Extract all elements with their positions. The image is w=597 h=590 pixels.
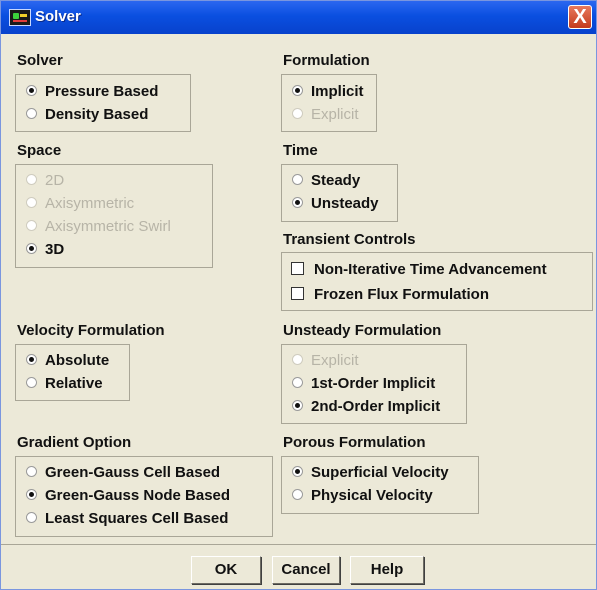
radio-unselected-icon [292,488,303,500]
radio-2nd-order-implicit[interactable]: 2nd-Order Implicit [292,397,440,417]
radio-label: Absolute [45,352,110,369]
radio-unselected-icon [26,465,37,477]
radio-unselected-icon [26,107,37,119]
radio-label: Axisymmetric [45,195,135,212]
checkbox-unchecked-icon [291,286,304,300]
radio-unselected-icon [292,173,303,185]
radio-selected-icon [26,242,37,254]
close-icon: X [573,6,587,28]
radio-absolute[interactable]: Absolute [26,351,109,371]
transient-controls-group: Non-Iterative Time Advancement Frozen Fl… [281,252,593,311]
radio-green-gauss-cell-based[interactable]: Green-Gauss Cell Based [26,463,220,483]
radio-label: Green-Gauss Cell Based [45,464,221,481]
radio-implicit[interactable]: Implicit [292,82,364,102]
porous-formulation-label: Porous Formulation [283,434,426,451]
separator [1,544,596,545]
gradient-option-label: Gradient Option [17,434,132,451]
radio-label: Green-Gauss Node Based [45,487,231,504]
radio-unsteady[interactable]: Unsteady [292,194,379,214]
ok-button[interactable]: OK [191,556,261,584]
radio-explicit-unsteady: Explicit [292,351,359,371]
app-icon [9,9,31,26]
porous-formulation-group: Superficial Velocity Physical Velocity [281,456,479,514]
radio-physical-velocity[interactable]: Physical Velocity [292,486,433,506]
radio-axisymmetric-swirl: Axisymmetric Swirl [26,217,171,237]
solver-dialog: Solver X Solver Pressure Based Density B… [0,0,597,590]
checkbox-label: Frozen Flux Formulation [314,286,489,303]
gradient-option-group: Green-Gauss Cell Based Green-Gauss Node … [15,456,273,537]
radio-disabled-icon [292,107,303,119]
radio-label: Explicit [311,106,359,123]
radio-label: 3D [45,241,65,258]
radio-unselected-icon [26,511,37,523]
radio-label: Relative [45,375,103,392]
radio-steady[interactable]: Steady [292,171,360,191]
radio-disabled-icon [26,173,37,185]
radio-label: Axisymmetric Swirl [45,218,171,235]
radio-selected-icon [26,84,37,96]
radio-3d[interactable]: 3D [26,240,64,260]
radio-disabled-icon [292,353,303,365]
radio-label: Implicit [311,83,364,100]
unsteady-formulation-group: Explicit 1st-Order Implicit 2nd-Order Im… [281,344,467,424]
radio-label: 2D [45,172,65,189]
radio-label: Pressure Based [45,83,159,100]
radio-selected-icon [292,399,303,411]
velocity-formulation-group: Absolute Relative [15,344,130,401]
checkbox-label: Non-Iterative Time Advancement [314,261,547,278]
title-bar[interactable]: Solver X [1,1,596,34]
velocity-formulation-label: Velocity Formulation [17,322,165,339]
space-group: 2D Axisymmetric Axisymmetric Swirl 3D [15,164,213,268]
radio-explicit-formulation: Explicit [292,105,359,125]
checkbox-frozen-flux-formulation[interactable]: Frozen Flux Formulation [291,285,489,305]
radio-superficial-velocity[interactable]: Superficial Velocity [292,463,449,483]
help-button[interactable]: Help [350,556,424,584]
radio-selected-icon [292,465,303,477]
formulation-group-label: Formulation [283,52,370,69]
radio-least-squares-cell-based[interactable]: Least Squares Cell Based [26,509,228,529]
close-button[interactable]: X [568,5,592,29]
radio-label: Explicit [311,352,359,369]
radio-label: Density Based [45,106,149,123]
radio-label: Superficial Velocity [311,464,449,481]
radio-label: Steady [311,172,361,189]
radio-1st-order-implicit[interactable]: 1st-Order Implicit [292,374,435,394]
radio-selected-icon [26,353,37,365]
window-title: Solver [35,8,81,25]
radio-axisymmetric: Axisymmetric [26,194,134,214]
radio-unselected-icon [292,376,303,388]
radio-selected-icon [292,84,303,96]
unsteady-formulation-label: Unsteady Formulation [283,322,442,339]
solver-group: Pressure Based Density Based [15,74,191,132]
time-group-label: Time [283,142,318,159]
radio-label: Least Squares Cell Based [45,510,229,527]
radio-label: 1st-Order Implicit [311,375,436,392]
checkbox-unchecked-icon [291,261,304,275]
solver-group-label: Solver [17,52,63,69]
cancel-button[interactable]: Cancel [272,556,340,584]
formulation-group: Implicit Explicit [281,74,377,132]
radio-2d: 2D [26,171,64,191]
radio-label: Unsteady [311,195,379,212]
checkbox-non-iterative-time-advancement[interactable]: Non-Iterative Time Advancement [291,260,547,280]
radio-unselected-icon [26,376,37,388]
radio-selected-icon [26,488,37,500]
space-group-label: Space [17,142,62,159]
radio-label: Physical Velocity [311,487,433,504]
radio-density-based[interactable]: Density Based [26,105,148,125]
radio-disabled-icon [26,196,37,208]
transient-controls-label: Transient Controls [283,231,416,248]
radio-green-gauss-node-based[interactable]: Green-Gauss Node Based [26,486,230,506]
radio-label: 2nd-Order Implicit [311,398,441,415]
radio-pressure-based[interactable]: Pressure Based [26,82,158,102]
radio-disabled-icon [26,219,37,231]
time-group: Steady Unsteady [281,164,398,222]
radio-relative[interactable]: Relative [26,374,103,394]
radio-selected-icon [292,196,303,208]
